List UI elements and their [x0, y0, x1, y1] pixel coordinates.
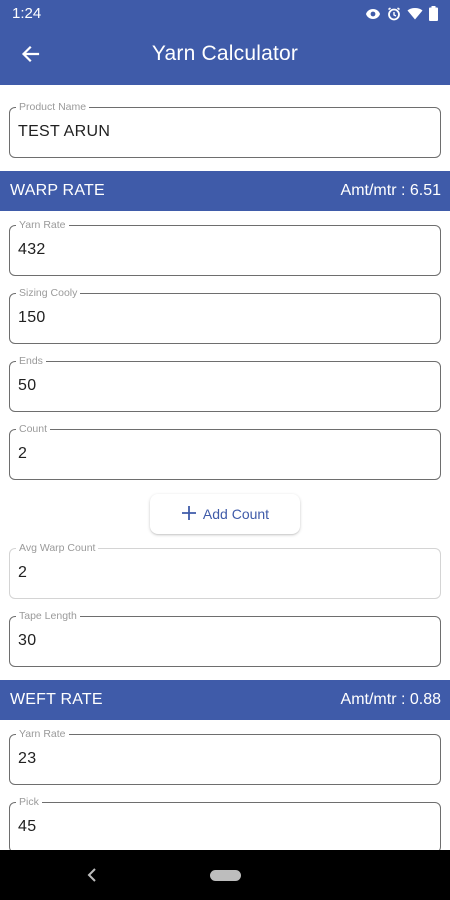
weft-rate-title: WEFT RATE [10, 691, 103, 708]
add-count-label: Add Count [202, 506, 270, 522]
nav-back-icon[interactable] [84, 866, 100, 889]
pick-field[interactable]: Pick 45 [9, 796, 441, 850]
sizing-cooly-label: Sizing Cooly [16, 287, 81, 299]
eye-icon [365, 8, 381, 20]
pick-label: Pick [16, 796, 42, 808]
product-name-field[interactable]: Product Name TEST ARUN [9, 101, 441, 158]
tape-length-value: 30 [18, 632, 37, 649]
wifi-icon [407, 7, 423, 20]
page-title: Yarn Calculator [151, 42, 299, 65]
alarm-icon [387, 6, 401, 21]
warp-rate-title: WARP RATE [10, 182, 105, 199]
avg-warp-count-label: Avg Warp Count [16, 542, 99, 554]
warp-amount-per-meter: Amt/mtr : 6.51 [340, 182, 441, 199]
battery-icon [429, 6, 438, 21]
warp-yarn-rate-label: Yarn Rate [16, 219, 69, 231]
ends-field[interactable]: Ends 50 [9, 355, 441, 412]
status-bar: 1:24 [0, 0, 450, 28]
count-value: 2 [18, 445, 28, 462]
avg-warp-count-value: 2 [18, 564, 28, 581]
weft-rate-header: WEFT RATE Amt/mtr : 0.88 [0, 680, 450, 720]
status-icons [365, 6, 438, 21]
warp-yarn-rate-field[interactable]: Yarn Rate 432 [9, 219, 441, 276]
status-time: 1:24 [12, 5, 42, 22]
weft-yarn-rate-label: Yarn Rate [16, 728, 69, 740]
ends-value: 50 [18, 377, 37, 394]
weft-yarn-rate-field[interactable]: Yarn Rate 23 [9, 728, 441, 785]
sizing-cooly-value: 150 [18, 309, 46, 326]
sizing-cooly-field[interactable]: Sizing Cooly 150 [9, 287, 441, 344]
weft-yarn-rate-value: 23 [18, 750, 37, 767]
ends-label: Ends [16, 355, 46, 367]
plus-icon [181, 505, 197, 524]
add-count-button[interactable]: Add Count [150, 494, 300, 534]
system-nav-bar [0, 850, 450, 900]
product-name-value: TEST ARUN [18, 123, 111, 140]
count-field[interactable]: Count 2 [9, 423, 441, 480]
calculator-form[interactable]: Product Name TEST ARUN WARP RATE Amt/mtr… [0, 85, 450, 850]
warp-rate-header: WARP RATE Amt/mtr : 6.51 [0, 171, 450, 211]
nav-home-pill[interactable] [210, 870, 241, 881]
pick-value: 45 [18, 818, 37, 835]
avg-warp-count-field: Avg Warp Count 2 [9, 542, 441, 599]
app-bar: Yarn Calculator [0, 28, 450, 85]
weft-amount-per-meter: Amt/mtr : 0.88 [340, 691, 441, 708]
count-label: Count [16, 423, 51, 435]
tape-length-field[interactable]: Tape Length 30 [9, 610, 441, 667]
product-name-label: Product Name [16, 101, 90, 113]
warp-yarn-rate-value: 432 [18, 241, 46, 258]
tape-length-label: Tape Length [16, 610, 80, 622]
